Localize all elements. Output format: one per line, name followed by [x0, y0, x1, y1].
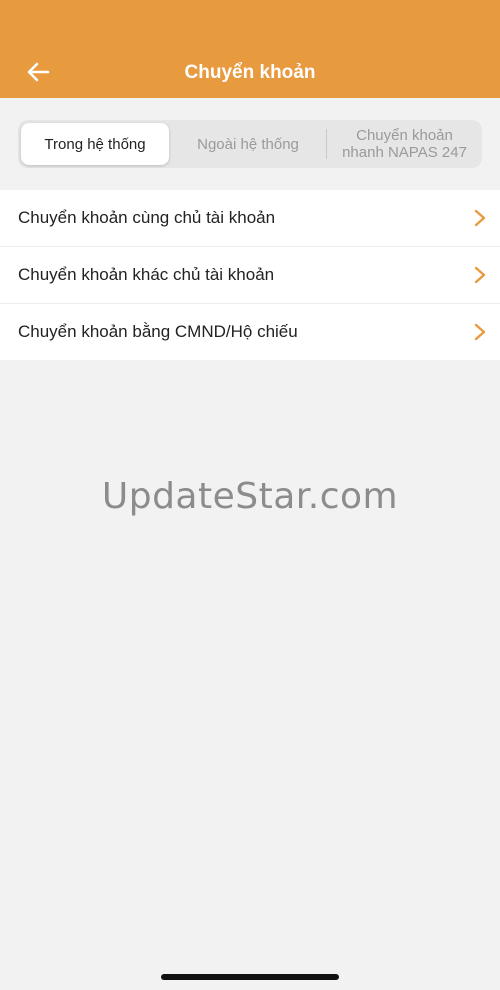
- tab-napas-247-label: Chuyển khoản nhanh NAPAS 247: [342, 127, 467, 161]
- home-indicator[interactable]: [161, 974, 339, 980]
- page-title: Chuyển khoản: [184, 62, 316, 83]
- list-item-label: Chuyển khoản khác chủ tài khoản: [18, 265, 275, 284]
- app-header: Chuyển khoản: [0, 0, 500, 98]
- list-item-label: Chuyển khoản cùng chủ tài khoản: [18, 208, 276, 227]
- tab-ngoai-he-thong[interactable]: Ngoài hệ thống: [170, 120, 326, 168]
- list-item-same-owner[interactable]: Chuyển khoản cùng chủ tài khoản: [0, 190, 500, 247]
- tab-napas-247[interactable]: Chuyển khoản nhanh NAPAS 247: [327, 120, 482, 168]
- transfer-type-tabs: Trong hệ thống Ngoài hệ thống Chuyển kho…: [18, 120, 482, 168]
- list-item-label: Chuyển khoản bằng CMND/Hộ chiếu: [18, 322, 298, 341]
- list-item-other-owner[interactable]: Chuyển khoản khác chủ tài khoản: [0, 247, 500, 304]
- tab-trong-he-thong[interactable]: Trong hệ thống: [21, 123, 169, 165]
- chevron-right-icon: [474, 266, 486, 284]
- chevron-right-icon: [474, 323, 486, 341]
- watermark-text: UpdateStar.com: [101, 476, 399, 517]
- transfer-options-list: Chuyển khoản cùng chủ tài khoản Chuyển k…: [0, 190, 500, 360]
- chevron-right-icon: [474, 209, 486, 227]
- list-item-id-passport[interactable]: Chuyển khoản bằng CMND/Hộ chiếu: [0, 304, 500, 360]
